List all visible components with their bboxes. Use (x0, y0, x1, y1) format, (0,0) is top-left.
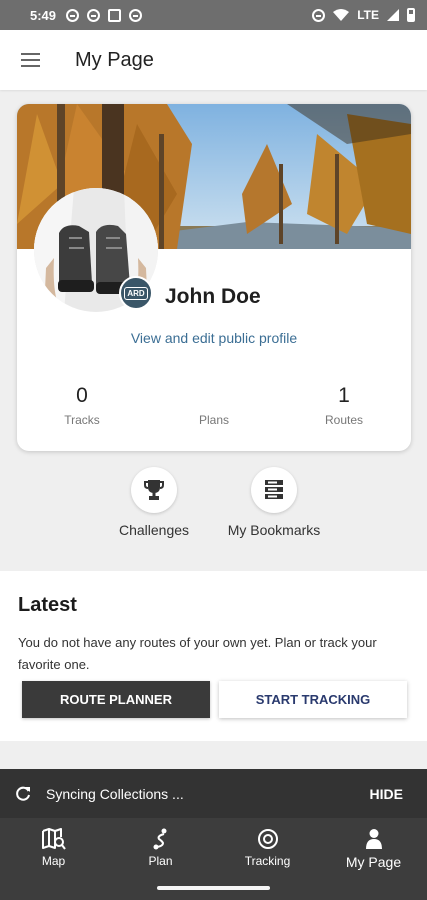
sync-icon (16, 786, 30, 801)
stat-label: Tracks (64, 413, 100, 427)
profile-card: ARD John Doe View and edit public profil… (17, 104, 411, 451)
nav-label: My Page (345, 854, 402, 870)
stat-plans[interactable]: Plans (159, 384, 269, 427)
nav-item-my-page[interactable]: My Page (320, 826, 427, 870)
stat-value: 1 (338, 384, 350, 407)
latest-section: Latest You do not have any routes of you… (0, 571, 427, 741)
shortcut-label: Challenges (118, 522, 190, 538)
bookmarks-shortcut[interactable]: My Bookmarks (209, 467, 339, 538)
nav-label: Map (41, 854, 66, 868)
wifi-icon (333, 9, 350, 21)
nav-item-plan[interactable]: Plan (107, 826, 214, 868)
nav-label: Tracking (244, 854, 291, 868)
nav-item-tracking[interactable]: Tracking (214, 826, 321, 868)
stat-label: Routes (324, 413, 364, 427)
nav-item-map[interactable]: Map (0, 826, 107, 868)
do-not-disturb-icon (312, 8, 326, 22)
notification-icon (108, 8, 122, 22)
stat-value (159, 384, 269, 410)
edit-profile-link[interactable]: View and edit public profile (17, 330, 411, 346)
target-icon (257, 829, 278, 849)
shortcut-label: My Bookmarks (227, 522, 321, 538)
page-title: My Page (75, 48, 154, 71)
route-planner-button[interactable]: ROUTE PLANNER (22, 681, 210, 718)
verified-badge-icon: ARD (119, 276, 153, 310)
network-type: LTE (357, 8, 379, 22)
app-bar: My Page (0, 30, 427, 90)
person-icon (365, 829, 382, 849)
latest-message: You do not have any routes of your own y… (18, 635, 377, 672)
status-time: 5:49 (30, 7, 57, 23)
map-search-icon (41, 828, 66, 850)
stat-tracks[interactable]: 0 Tracks (27, 384, 137, 427)
battery-icon (407, 8, 415, 22)
user-name: John Doe (165, 285, 261, 308)
signal-icon (387, 9, 399, 21)
challenges-shortcut[interactable]: Challenges (89, 467, 219, 538)
notification-icon (66, 8, 80, 22)
status-bar: 5:49 LTE (0, 0, 427, 30)
stat-label: Plans (198, 413, 230, 427)
start-tracking-button[interactable]: START TRACKING (219, 681, 407, 718)
stat-routes[interactable]: 1 Routes (289, 384, 399, 427)
trophy-icon (144, 480, 164, 500)
bookmarks-icon (265, 480, 283, 499)
notification-icon (129, 8, 143, 22)
stat-value: 0 (76, 384, 88, 407)
home-indicator[interactable] (157, 886, 270, 890)
route-plan-icon (153, 828, 166, 850)
notification-icon (87, 8, 101, 22)
sync-snackbar: Syncing Collections ... HIDE (0, 769, 427, 818)
latest-title: Latest (18, 594, 77, 616)
nav-label: Plan (148, 854, 173, 868)
hamburger-menu-icon[interactable] (0, 30, 60, 90)
snackbar-text: Syncing Collections ... (46, 785, 184, 802)
hide-button[interactable]: HIDE (370, 786, 403, 802)
